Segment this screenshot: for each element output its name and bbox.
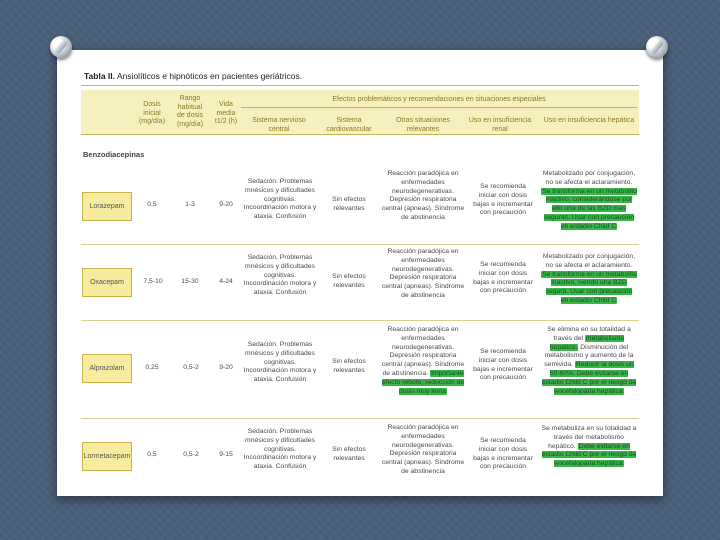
drug-name: Lormetacepam <box>82 442 132 471</box>
halflife-value: 4-24 <box>219 278 233 285</box>
hepatic-use: Metabolizado por conjugación, no se afec… <box>541 253 637 304</box>
halflife-value: 9-15 <box>219 451 233 458</box>
halflife-value: 9-20 <box>219 364 233 371</box>
cardio-effects: Sin efectos relevantes <box>332 273 366 289</box>
row-divider <box>81 418 639 419</box>
section-heading: Benzodiacepinas <box>83 150 145 159</box>
cns-effects: Sedación. Problemas mnésicos y dificulta… <box>243 178 317 221</box>
scanned-table: Tabla II. Ansiolíticos e hipnóticos en p… <box>81 68 641 484</box>
row-divider <box>81 320 639 321</box>
header-hepatic: Uso en insuficiencia hepática <box>543 117 635 124</box>
hepatic-use: Se elimina en su totalidad a través del … <box>541 326 637 395</box>
range-value: 0,5-2 <box>183 451 199 458</box>
hepatic-use: Metabolizado por conjugación, no se afec… <box>541 170 637 230</box>
dose-value: 0,5 <box>147 201 157 208</box>
other-situations: Reacción paradójica en enfermedades neur… <box>381 248 465 299</box>
table-title: Tabla II. Ansiolíticos e hipnóticos en p… <box>84 71 303 81</box>
header-range: Rango habitual de dosis (mg/día) <box>176 95 204 128</box>
other-situations: Reacción paradójica en enfermedades neur… <box>381 424 465 475</box>
header-halflife: Vida media t1/2 (h) <box>214 101 238 125</box>
renal-use: Se recomienda iniciar con dosis bajas e … <box>473 348 533 382</box>
row-divider <box>81 244 639 245</box>
cardio-effects: Sin efectos relevantes <box>332 358 366 374</box>
cns-effects: Sedación. Problemas mnésicos y dificulta… <box>243 428 317 471</box>
other-situations: Reacción paradójica en enfermedades neur… <box>381 326 465 395</box>
header-dose: Dosis inicial (mg/día) <box>138 101 166 125</box>
renal-use: Se recomienda iniciar con dosis bajas e … <box>473 183 533 217</box>
drug-name: Alprazolam <box>82 354 132 383</box>
dose-value: 7,5-10 <box>143 278 163 285</box>
divider <box>81 134 639 135</box>
highlight: Se transforma en un metabolito inactivo,… <box>541 187 637 230</box>
header-group: Efectos problemáticos y recomendaciones … <box>332 96 546 103</box>
range-value: 1-3 <box>185 201 195 208</box>
hepatic-use: Se metaboliza en su totalidad a través d… <box>541 425 637 468</box>
divider <box>241 107 637 108</box>
cns-effects: Sedación. Problemas mnésicos y dificulta… <box>243 254 317 297</box>
cns-effects: Sedación. Problemas mnésicos y dificulta… <box>243 341 317 384</box>
cardio-effects: Sin efectos relevantes <box>332 196 366 212</box>
header-renal: Uso en insuficiencia renal <box>468 117 532 133</box>
cardio-effects: Sin efectos relevantes <box>332 446 366 462</box>
header-cns: Sistema nervioso central <box>252 117 306 133</box>
range-value: 15-30 <box>181 278 199 285</box>
header-cardio: Sistema cardiovascular <box>326 117 372 133</box>
dose-value: 0,25 <box>145 364 159 371</box>
range-value: 0,5-2 <box>183 364 199 371</box>
pushpin-icon <box>646 36 668 58</box>
header-other: Otras situaciones relevantes <box>395 117 451 133</box>
drug-name: Oxacepam <box>82 268 132 297</box>
renal-use: Se recomienda iniciar con dosis bajas e … <box>473 437 533 471</box>
halflife-value: 9-20 <box>219 201 233 208</box>
highlight: Se transforma en un metabolito inactivo,… <box>541 270 637 304</box>
drug-name: Lorazepam <box>82 192 132 221</box>
other-situations: Reacción paradójica en enfermedades neur… <box>381 170 465 221</box>
pushpin-icon <box>50 36 72 58</box>
dose-value: 0,5 <box>147 451 157 458</box>
renal-use: Se recomienda iniciar con dosis bajas e … <box>473 261 533 295</box>
divider <box>81 85 639 86</box>
